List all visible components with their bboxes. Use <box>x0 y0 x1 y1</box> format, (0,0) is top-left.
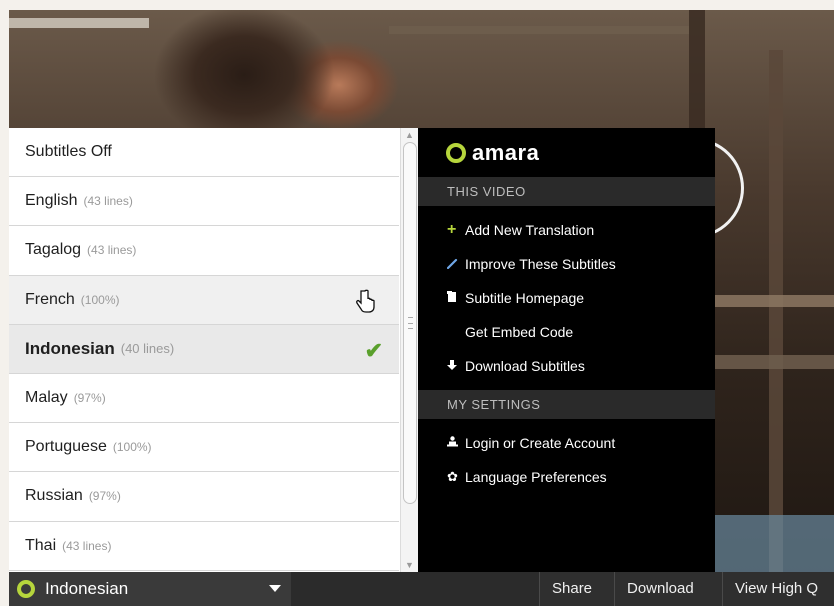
menu-item-add-new-translation[interactable]: + Add New Translation <box>447 219 594 241</box>
language-selector[interactable]: Indonesian <box>9 572 291 606</box>
menu-item-improve-subtitles[interactable]: Improve These Subtitles <box>446 253 616 275</box>
language-meta: (100%) <box>112 440 152 455</box>
language-item-malay[interactable]: Malay (97%) <box>9 373 399 424</box>
language-list: Subtitles Off English (43 lines) Tagalog… <box>9 128 399 571</box>
user-icon <box>447 435 465 451</box>
language-name: Portuguese <box>25 438 107 456</box>
language-name: English <box>25 192 78 210</box>
language-meta: (43 lines) <box>87 243 137 258</box>
language-item-tagalog[interactable]: Tagalog (43 lines) <box>9 226 399 276</box>
language-item-portuguese[interactable]: Portuguese (100%) <box>9 423 399 473</box>
menu-item-get-embed-code[interactable]: Get Embed Code <box>447 321 573 343</box>
language-name: Indonesian <box>25 338 115 358</box>
language-meta: (97%) <box>88 489 121 504</box>
language-name: Malay <box>25 389 68 407</box>
menu-item-login[interactable]: Login or Create Account <box>447 432 615 454</box>
bottom-toolbar: Indonesian Share Download View High Q <box>9 572 834 606</box>
language-name: Tagalog <box>25 241 82 259</box>
amara-brand: amara <box>472 140 540 165</box>
section-header-this-video: THIS VIDEO <box>418 177 715 206</box>
share-button[interactable]: Share <box>539 572 614 606</box>
language-item-french[interactable]: French (100%) <box>9 275 399 325</box>
document-icon <box>447 290 465 306</box>
language-item-english[interactable]: English (43 lines) <box>9 177 399 227</box>
language-item-thai[interactable]: Thai (43 lines) <box>9 521 399 571</box>
menu-item-label: Improve These Subtitles <box>465 256 616 272</box>
chevron-down-icon <box>269 585 281 592</box>
pencil-icon <box>446 257 465 272</box>
language-name: Subtitles Off <box>25 143 112 161</box>
language-item-indonesian[interactable]: Indonesian (40 lines) ✔ <box>9 324 399 374</box>
menu-item-label: Login or Create Account <box>465 435 616 451</box>
section-header-my-settings: MY SETTINGS <box>418 390 715 419</box>
video-beam <box>9 18 149 28</box>
language-list-panel: Subtitles Off English (43 lines) Tagalog… <box>9 128 418 572</box>
language-name: French <box>25 290 75 308</box>
language-meta: (43 lines) <box>62 538 112 553</box>
amara-logo[interactable]: amara <box>446 140 539 166</box>
scrollbar-grip-icon <box>408 317 413 329</box>
scrollbar-thumb[interactable] <box>403 142 417 504</box>
amara-menu: amara THIS VIDEO + Add New Translation I… <box>418 128 715 572</box>
hand-cursor-icon <box>356 289 375 313</box>
menu-item-label: Get Embed Code <box>465 324 574 340</box>
language-name: Thai <box>25 536 57 554</box>
language-meta: (97%) <box>73 391 106 406</box>
menu-item-label: Language Preferences <box>465 469 607 485</box>
menu-item-subtitle-homepage[interactable]: Subtitle Homepage <box>447 287 584 309</box>
video-beam <box>389 26 689 34</box>
menu-item-label: Add New Translation <box>465 222 595 238</box>
amara-logo-icon <box>446 143 466 163</box>
plus-icon: + <box>447 221 457 238</box>
menu-item-label: Subtitle Homepage <box>465 290 585 306</box>
amara-logo-icon <box>17 580 35 598</box>
language-meta: (100%) <box>80 292 120 307</box>
language-item-subtitles-off[interactable]: Subtitles Off <box>9 128 399 178</box>
download-button[interactable]: Download <box>614 572 722 606</box>
selected-language-label: Indonesian <box>45 579 129 598</box>
language-meta: (40 lines) <box>120 341 175 357</box>
video-beam <box>709 355 834 369</box>
menu-item-label: Download Subtitles <box>465 358 585 374</box>
menu-item-language-preferences[interactable]: ✿ Language Preferences <box>447 466 607 488</box>
checkmark-icon: ✔ <box>364 337 383 363</box>
video-beam <box>709 295 834 307</box>
language-name: Russian <box>25 487 83 505</box>
language-item-russian[interactable]: Russian (97%) <box>9 472 399 522</box>
video-beam <box>709 515 834 575</box>
gear-icon: ✿ <box>447 469 458 484</box>
language-meta: (43 lines) <box>83 194 133 209</box>
scroll-down-arrow-icon[interactable]: ▼ <box>404 558 415 572</box>
menu-item-download-subtitles[interactable]: Download Subtitles <box>447 355 585 377</box>
language-list-scrollbar[interactable]: ▲ ▼ <box>400 128 418 572</box>
view-high-quality-button[interactable]: View High Q <box>722 572 834 606</box>
scroll-up-arrow-icon[interactable]: ▲ <box>404 128 415 142</box>
download-arrow-icon <box>447 359 465 374</box>
